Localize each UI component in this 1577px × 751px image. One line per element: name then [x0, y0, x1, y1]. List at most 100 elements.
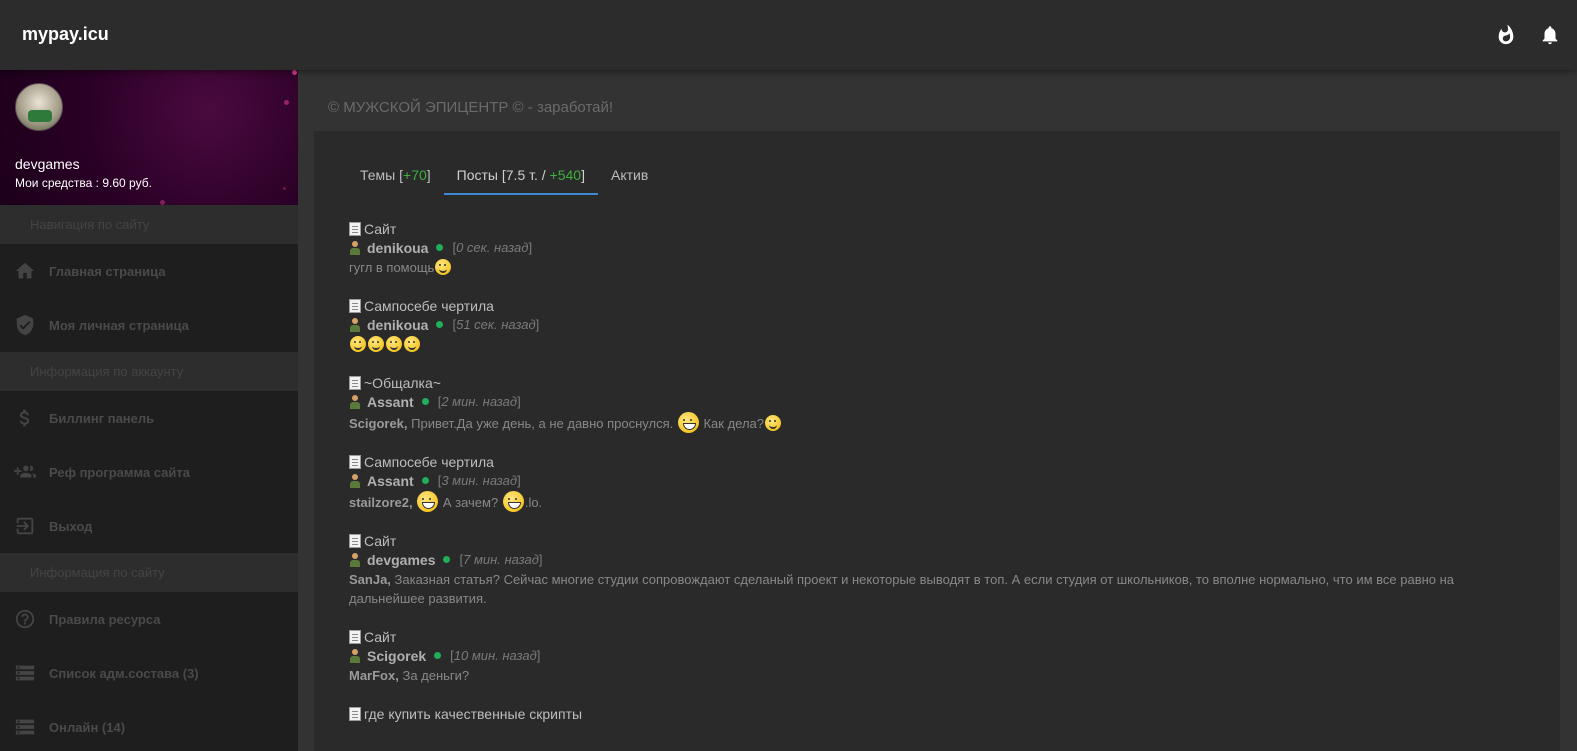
sidebar-item-admins[interactable]: Список адм.состава (3): [0, 646, 298, 700]
sidebar-item-label: Реф программа сайта: [49, 464, 190, 480]
post-item: Сайт denikoua [0 сек. назад] гугл в помощ…: [349, 219, 1529, 277]
sidebar-item-referral[interactable]: Реф программа сайта: [0, 445, 298, 499]
sidebar-item-rules[interactable]: Правила ресурса: [0, 592, 298, 646]
exit-icon: [16, 517, 34, 535]
sidebar-item-billing[interactable]: Биллинг панель: [0, 391, 298, 445]
post-author[interactable]: Assant: [367, 473, 414, 489]
user-icon: [349, 394, 361, 409]
post-topic-link[interactable]: Сампосебе чертила: [349, 452, 1529, 471]
post-author[interactable]: denikoua: [367, 317, 428, 333]
sidebar-item-label: Список адм.состава (3): [49, 665, 199, 681]
help-circle-icon: [15, 609, 35, 629]
user-icon: [349, 317, 361, 332]
document-icon: [349, 454, 361, 469]
post-text: Scigorek, Привет.Да уже день, а не давно…: [349, 412, 1529, 433]
post-item: Сампосебе чертила Assant [3 мин. назад] s…: [349, 452, 1529, 512]
bell-icon[interactable]: [1539, 24, 1561, 51]
post-time: [2 мин. назад]: [437, 394, 521, 409]
document-icon: [349, 221, 361, 236]
sidebar: devgames Мои средства : 9.60 руб. Навига…: [0, 70, 298, 751]
post-item: где купить качественные скрипты: [349, 704, 1529, 723]
post-text: гугл в помощь: [349, 258, 1529, 277]
profile-card: devgames Мои средства : 9.60 руб.: [0, 70, 298, 205]
laughing-emoji-icon: [417, 491, 439, 512]
page-title: © МУЖСКОЙ ЭПИЦЕНТР © - заработай!: [328, 99, 614, 116]
user-icon: [349, 648, 361, 663]
tab-topics[interactable]: Темы [+70]: [347, 159, 444, 195]
tab-active[interactable]: Актив: [598, 159, 661, 195]
post-item: Сайт Scigorek [10 мин. назад] MarFox, За …: [349, 627, 1529, 685]
tab-posts[interactable]: Посты [7.5 т. / +540]: [443, 159, 598, 195]
online-status-dot: [421, 398, 429, 405]
sidebar-item-label: Моя личная страница: [49, 317, 189, 333]
post-topic-link[interactable]: ~Общалка~: [349, 373, 1529, 392]
nav-section-header: Навигация по сайту: [0, 205, 298, 244]
online-status-dot: [436, 321, 444, 328]
post-topic-link[interactable]: Сайт: [349, 627, 1529, 646]
online-status-dot: [421, 477, 429, 484]
post-author[interactable]: Assant: [367, 394, 414, 410]
post-time: [0 сек. назад]: [452, 240, 533, 255]
smile-emoji-icon: [765, 415, 782, 431]
online-status-dot: [443, 556, 451, 563]
document-icon: [349, 375, 361, 390]
online-status-dot: [436, 244, 444, 251]
post-author[interactable]: Scigorek: [367, 648, 426, 664]
post-author[interactable]: devgames: [367, 552, 435, 568]
posts-list: Сайт denikoua [0 сек. назад] гугл в помощ…: [349, 219, 1529, 742]
storage-icon: [15, 719, 35, 735]
profile-username[interactable]: devgames: [15, 156, 80, 172]
sidebar-item-my-page[interactable]: Моя личная страница: [0, 298, 298, 352]
document-icon: [349, 298, 361, 313]
post-text: stailzore2, А зачем? .lo.: [349, 491, 1529, 512]
post-time: [3 мин. назад]: [437, 473, 521, 488]
wink-emoji-icon: [386, 336, 402, 352]
avatar[interactable]: [15, 83, 63, 131]
sidebar-item-label: Биллинг панель: [49, 410, 155, 426]
fire-icon[interactable]: [1495, 24, 1517, 51]
home-icon: [15, 262, 35, 279]
document-icon: [349, 629, 361, 644]
group-add-icon: [14, 465, 36, 478]
wink-emoji-icon: [404, 336, 420, 352]
post-time: [10 мин. назад]: [450, 648, 541, 663]
post-topic-link[interactable]: Сайт: [349, 219, 1529, 238]
document-icon: [349, 533, 361, 548]
wink-emoji-icon: [350, 336, 366, 352]
posts-card: Темы [+70] Посты [7.5 т. / +540] Актив С…: [314, 131, 1560, 751]
laughing-emoji-icon: [502, 491, 524, 512]
tab-bar: Темы [+70] Посты [7.5 т. / +540] Актив: [347, 159, 661, 195]
sidebar-item-label: Правила ресурса: [49, 611, 161, 627]
profile-funds: Мои средства : 9.60 руб.: [15, 176, 152, 190]
sidebar-item-label: Онлайн (14): [49, 719, 126, 735]
shield-check-icon: [16, 314, 34, 336]
post-text: MarFox, За деньги?: [349, 668, 470, 683]
post-item: Сампосебе чертила denikoua [51 сек. назад…: [349, 296, 1529, 354]
post-time: [7 мин. назад]: [459, 552, 543, 567]
post-time: [51 сек. назад]: [452, 317, 540, 332]
post-author[interactable]: denikoua: [367, 240, 428, 256]
wink-emoji-icon: [368, 336, 384, 352]
laughing-emoji-icon: [677, 412, 699, 433]
storage-icon: [15, 665, 35, 681]
user-icon: [349, 240, 361, 255]
post-item: ~Общалка~ Assant [2 мин. назад] Scigorek,…: [349, 373, 1529, 433]
sidebar-item-logout[interactable]: Выход: [0, 499, 298, 553]
document-icon: [349, 706, 361, 721]
nav-section-header: Информация по сайту: [0, 553, 298, 592]
sidebar-item-online[interactable]: Онлайн (14): [0, 700, 298, 751]
post-topic-link[interactable]: Сампосебе чертила: [349, 296, 1529, 315]
brand-logo[interactable]: mypay.icu: [22, 24, 109, 45]
post-topic-link[interactable]: где купить качественные скрипты: [349, 704, 1529, 723]
top-app-bar: mypay.icu: [0, 0, 1577, 70]
user-icon: [349, 552, 361, 567]
dollar-icon: [19, 409, 30, 427]
post-text: SanJa, Заказная статья? Сейчас многие ст…: [349, 572, 1455, 606]
online-status-dot: [434, 652, 442, 659]
sidebar-item-home[interactable]: Главная страница: [0, 244, 298, 298]
sidebar-item-label: Главная страница: [49, 263, 166, 279]
user-icon: [349, 473, 361, 488]
nav-section-header: Информация по аккаунту: [0, 352, 298, 391]
grin-emoji-icon: [435, 259, 452, 275]
post-topic-link[interactable]: Сайт: [349, 531, 1529, 550]
